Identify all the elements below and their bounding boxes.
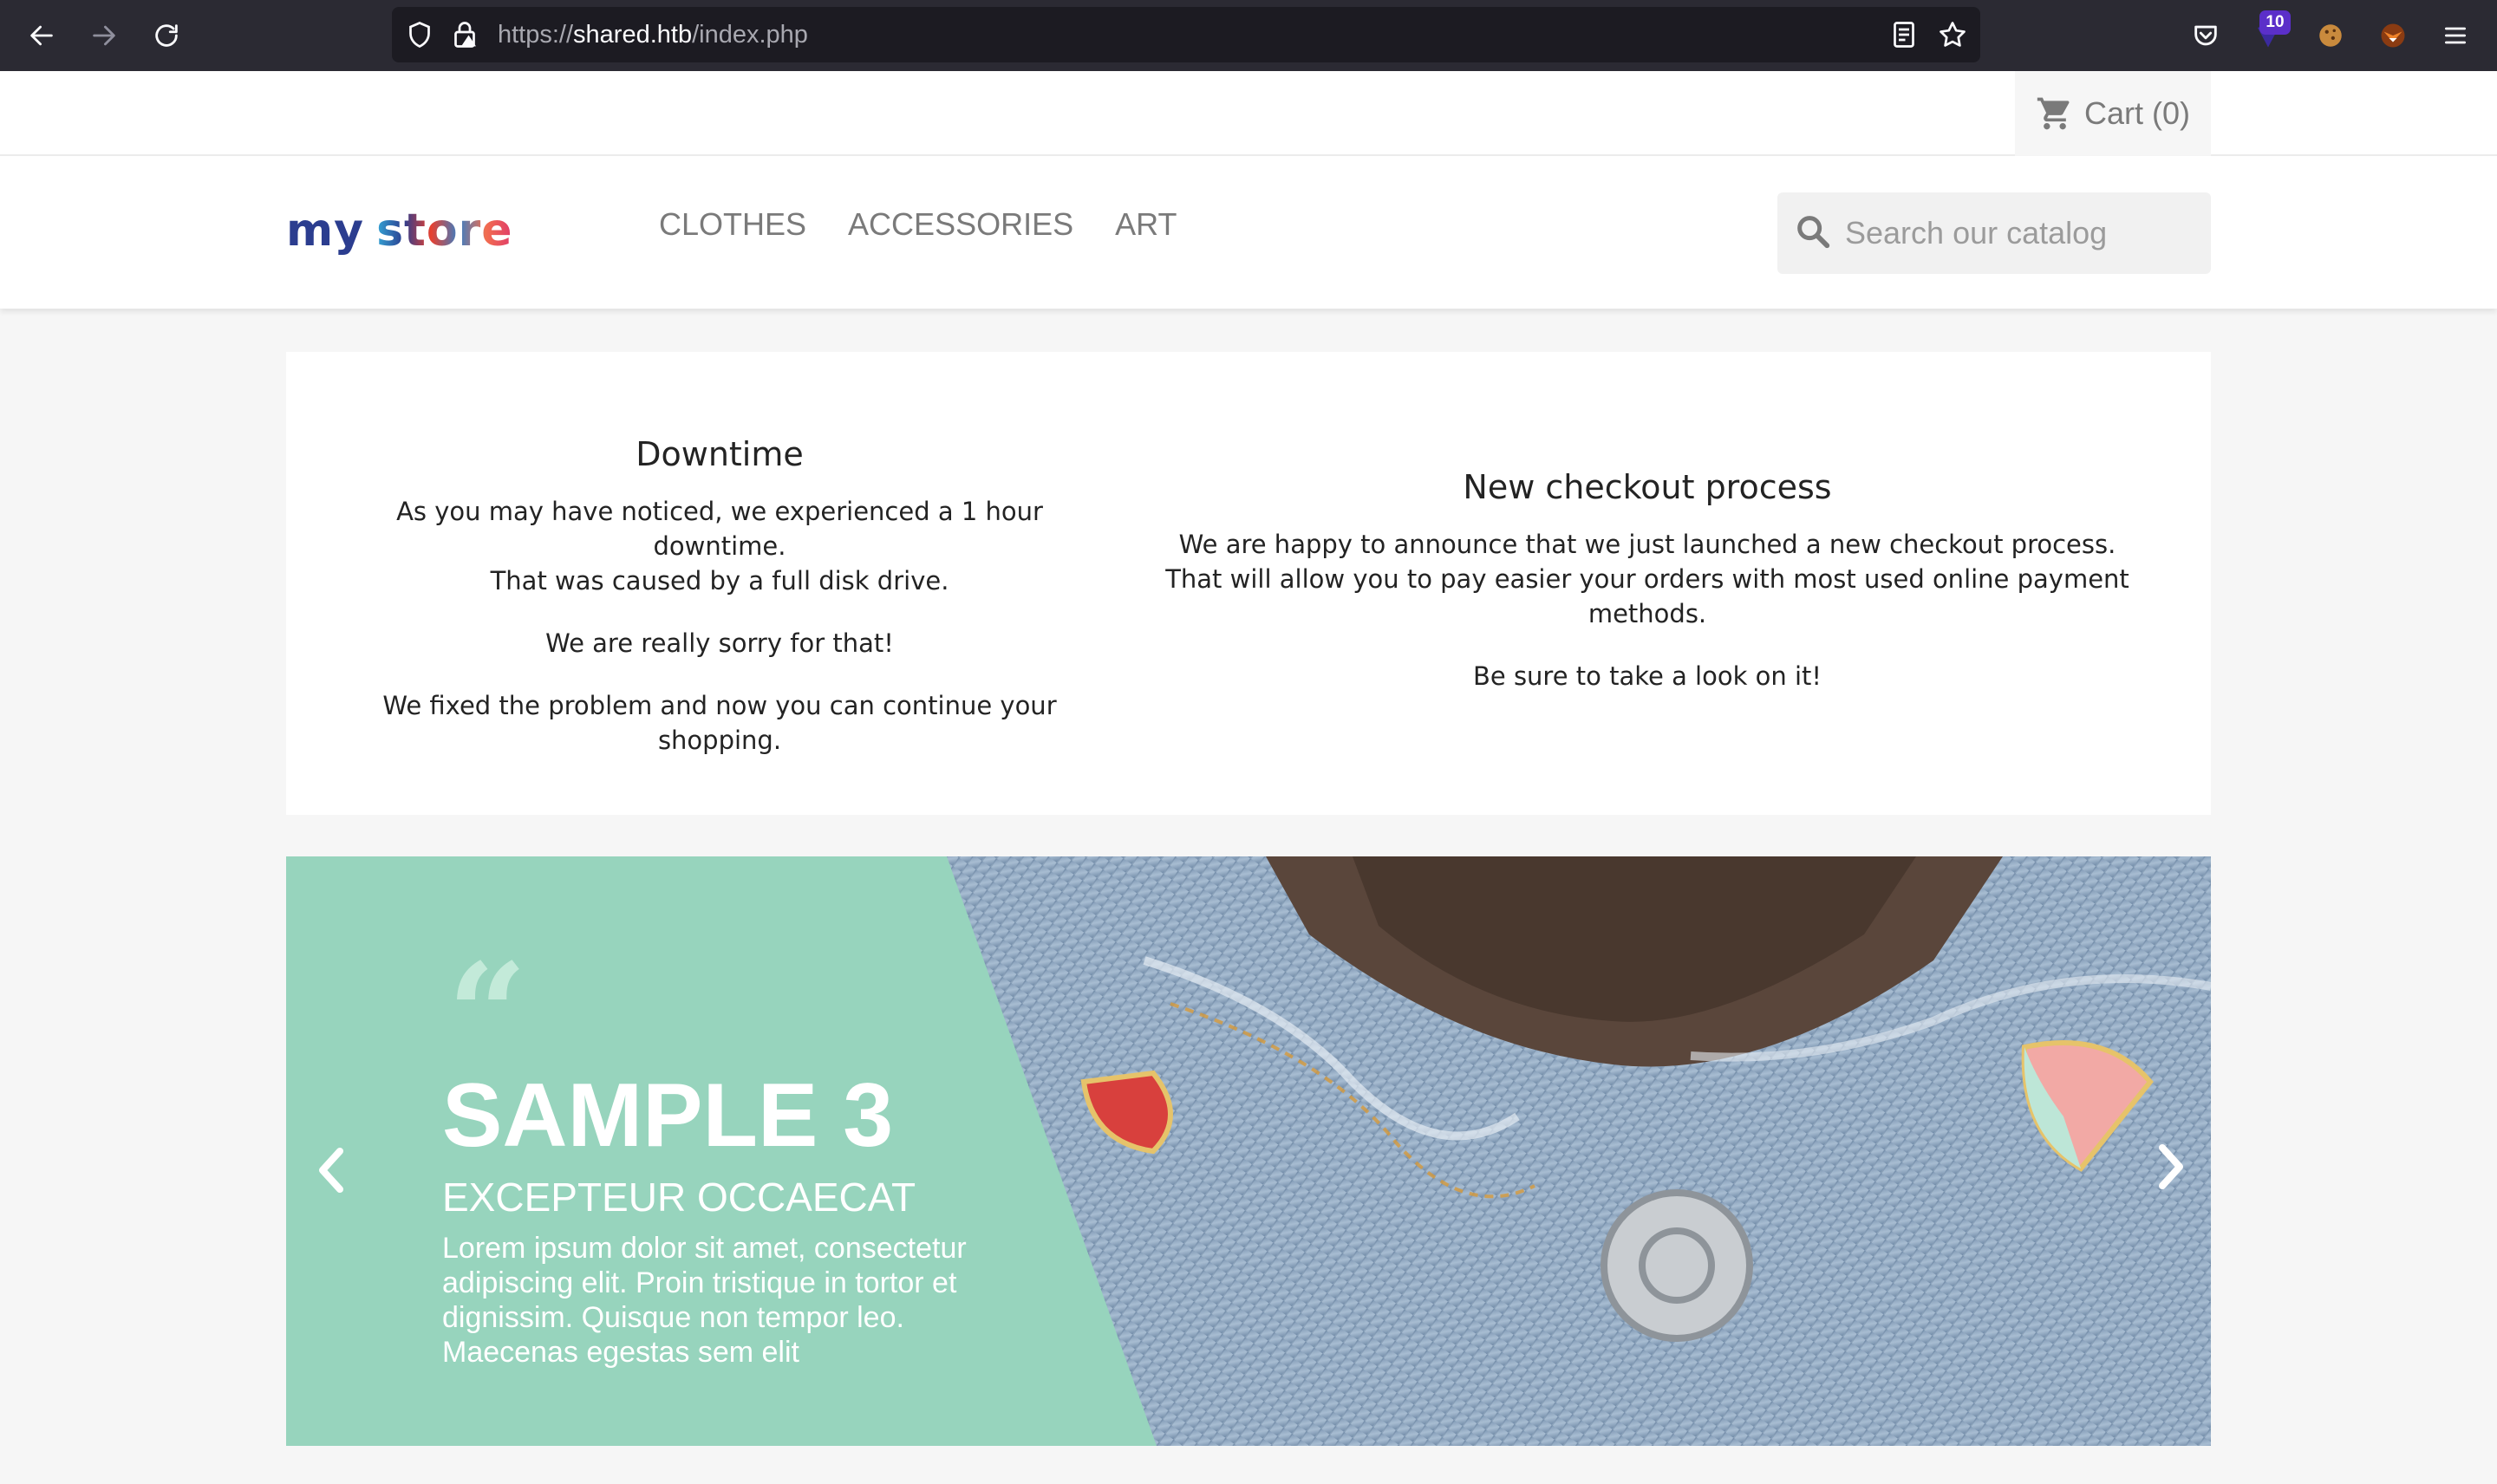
announcement-title: Downtime bbox=[636, 435, 804, 473]
url-text[interactable]: https://shared.htb/index.php bbox=[498, 7, 808, 62]
announcement-paragraph: We fixed the problem and now you can con… bbox=[382, 691, 1057, 755]
url-prefix: https:// bbox=[498, 21, 574, 49]
search-input[interactable] bbox=[1845, 192, 2192, 274]
cart-icon bbox=[2037, 97, 2070, 130]
chevron-left-icon bbox=[319, 1148, 343, 1193]
logo-part-store: store bbox=[376, 205, 513, 257]
announcement-line: We are happy to announce that we just la… bbox=[1178, 530, 2116, 559]
slide-text: Lorem ipsum dolor sit amet, consectetur … bbox=[442, 1232, 967, 1369]
url-path: /index.php bbox=[692, 21, 808, 49]
announcement-paragraph: Be sure to take a look on it! bbox=[1472, 661, 1822, 691]
announcement-checkout: New checkout process We are happy to ann… bbox=[1110, 468, 2185, 721]
slide-title: SAMPLE 3 bbox=[442, 1065, 894, 1166]
menu-item-accessories[interactable]: ACCESSORIES bbox=[848, 206, 1073, 243]
menu-item-clothes[interactable]: CLOTHES bbox=[659, 206, 806, 243]
top-nav-strip: Cart (0) bbox=[0, 71, 2497, 156]
announcement-title: New checkout process bbox=[1463, 468, 1832, 506]
back-arrow-icon[interactable] bbox=[21, 15, 62, 56]
site-header: my store CLOTHES ACCESSORIES ART bbox=[0, 156, 2497, 309]
announcement-line: That was caused by a full disk drive. bbox=[490, 566, 949, 596]
shield-icon[interactable] bbox=[404, 19, 435, 50]
logo-part-my: my bbox=[286, 205, 365, 257]
fox-icon[interactable] bbox=[2372, 15, 2414, 56]
announcement-paragraph: We are really sorry for that! bbox=[545, 628, 894, 658]
announcement-downtime: Downtime As you may have noticed, we exp… bbox=[347, 435, 1092, 785]
announcements-card: Downtime As you may have noticed, we exp… bbox=[286, 352, 2211, 815]
announcement-line: As you may have noticed, we experienced … bbox=[396, 497, 1043, 561]
pocket-icon[interactable] bbox=[2185, 15, 2226, 56]
forward-arrow-icon[interactable] bbox=[83, 15, 125, 56]
main-menu: CLOTHES ACCESSORIES ART bbox=[659, 206, 1177, 243]
chevron-right-icon bbox=[2159, 1144, 2183, 1189]
reload-icon[interactable] bbox=[146, 15, 187, 56]
store-logo[interactable]: my store bbox=[286, 205, 513, 265]
cart-button[interactable]: Cart (0) bbox=[2015, 71, 2211, 156]
slider-next-button[interactable] bbox=[2145, 1132, 2197, 1201]
reader-view-icon[interactable] bbox=[1888, 19, 1920, 50]
slide-subtitle: EXCEPTEUR OCCAECAT bbox=[442, 1175, 916, 1220]
cart-label: Cart (0) bbox=[2083, 95, 2190, 131]
browser-toolbar: https://shared.htb/index.php 10 bbox=[0, 0, 2497, 71]
quote-icon: “ bbox=[447, 933, 528, 1096]
cookie-icon[interactable] bbox=[2310, 15, 2351, 56]
hamburger-menu-icon[interactable] bbox=[2435, 15, 2476, 56]
announcement-paragraph: As you may have noticed, we experienced … bbox=[347, 494, 1092, 598]
lock-icon[interactable] bbox=[449, 19, 480, 50]
menu-item-art[interactable]: ART bbox=[1115, 206, 1177, 243]
search-icon[interactable] bbox=[1793, 212, 1833, 251]
announcement-line: That will allow you to pay easier your o… bbox=[1165, 564, 2129, 628]
announcement-paragraph: We are happy to announce that we just la… bbox=[1110, 527, 2185, 631]
bookmark-star-icon[interactable] bbox=[1937, 19, 1968, 50]
url-host: shared.htb bbox=[573, 21, 693, 49]
slider-prev-button[interactable] bbox=[305, 1136, 357, 1205]
url-bar[interactable]: https://shared.htb/index.php bbox=[392, 7, 1980, 62]
search-widget bbox=[1777, 192, 2211, 274]
extension-badge: 10 bbox=[2259, 10, 2291, 35]
